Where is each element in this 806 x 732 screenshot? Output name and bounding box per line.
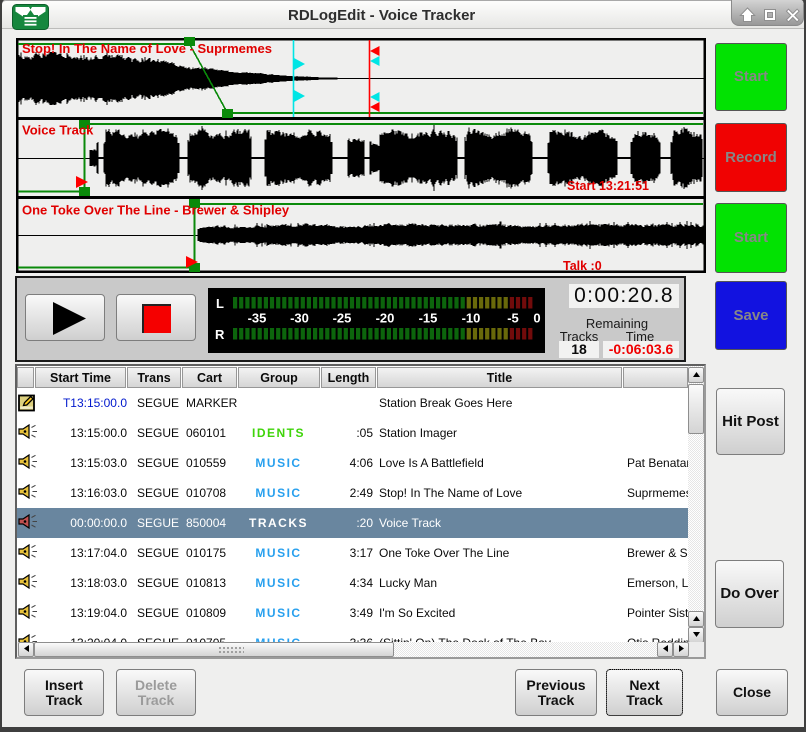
svg-text:R: R xyxy=(215,327,225,342)
svg-text:L: L xyxy=(216,296,224,311)
svg-text:Stop! In The Name of Love - Su: Stop! In The Name of Love - Suprmemes xyxy=(22,41,272,56)
svg-text:Talk :0: Talk :0 xyxy=(563,259,602,273)
svg-text:-35: -35 xyxy=(248,311,267,326)
svg-text:-30: -30 xyxy=(290,311,309,326)
svg-text:Start 13:21:51: Start 13:21:51 xyxy=(567,179,649,193)
svg-text:-10: -10 xyxy=(462,311,481,326)
svg-text:-25: -25 xyxy=(333,311,352,326)
svg-text:-5: -5 xyxy=(507,311,519,326)
svg-text:One Toke Over The Line - Brewe: One Toke Over The Line - Brewer & Shiple… xyxy=(22,203,290,218)
svg-text:Voice Track: Voice Track xyxy=(22,123,94,138)
svg-text:-20: -20 xyxy=(376,311,395,326)
svg-text:-15: -15 xyxy=(419,311,438,326)
svg-text:0: 0 xyxy=(533,311,540,326)
